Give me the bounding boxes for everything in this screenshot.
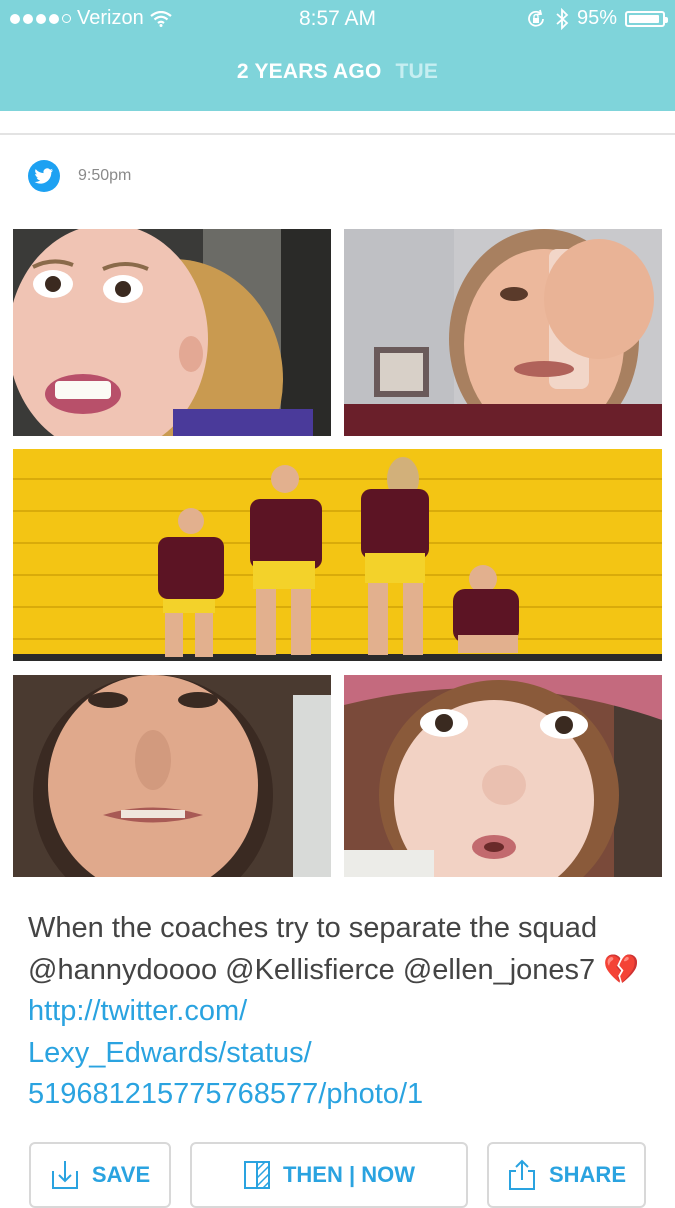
post-link[interactable]: http://twitter.com/Lexy_Edwards/status/5… <box>28 995 423 1110</box>
battery-percentage: 95% <box>576 7 617 29</box>
post-time: 9:50pm <box>78 167 132 184</box>
day-label: TUE <box>395 60 439 83</box>
battery-fill <box>629 14 659 23</box>
section-divider <box>0 133 675 135</box>
rotation-lock-icon <box>528 9 544 27</box>
photo-group-wall[interactable] <box>13 449 662 661</box>
photo-top-left[interactable] <box>13 229 331 436</box>
status-bar: Verizon 8:57 AM 95% <box>0 0 675 38</box>
app-header: Verizon 8:57 AM 95% 2 YEARS AGO TUE <box>0 0 675 111</box>
post-meta: 9:50pm <box>28 160 131 192</box>
photo-bottom-left[interactable] <box>13 675 331 877</box>
then-now-button[interactable]: THEN | NOW <box>190 1142 468 1208</box>
then-now-icon <box>243 1161 270 1189</box>
save-button[interactable]: SAVE <box>29 1142 171 1208</box>
share-icon <box>508 1159 535 1190</box>
years-ago-label: 2 YEARS AGO <box>236 60 382 83</box>
status-indicators: 95% <box>525 7 668 30</box>
save-icon <box>51 1161 78 1189</box>
action-bar: SAVE THEN | NOW SHARE <box>0 1142 675 1208</box>
twitter-icon <box>28 160 60 192</box>
post-text: When the coaches try to separate the squ… <box>28 908 648 1116</box>
page-title: 2 YEARS AGO TUE <box>0 60 675 84</box>
photo-top-right[interactable] <box>344 229 662 436</box>
post-body: When the coaches try to separate the squ… <box>28 912 598 986</box>
bluetooth-icon <box>556 7 569 30</box>
photo-bottom-right[interactable] <box>344 675 662 877</box>
broken-heart-icon: 💔 <box>603 953 640 986</box>
battery-icon <box>625 10 668 27</box>
share-button[interactable]: SHARE <box>487 1142 646 1208</box>
